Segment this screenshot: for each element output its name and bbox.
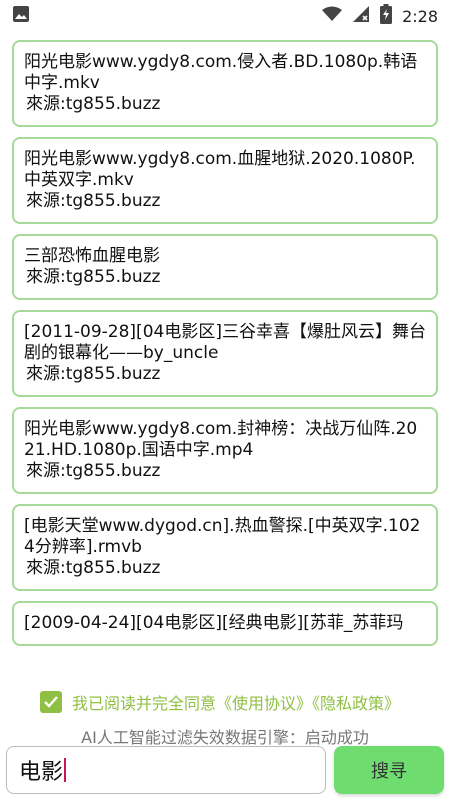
search-bar: 电影 搜寻 — [6, 746, 444, 796]
result-card[interactable]: [电影天堂www.dygod.cn].热血警探.[中英双字.1024分辨率].r… — [12, 504, 438, 591]
check-icon — [44, 696, 58, 708]
result-source: 來源:tg855.buzz — [26, 267, 161, 287]
result-title: [2009-04-24][04电影区][经典电影][苏菲_苏菲玛 — [24, 613, 404, 633]
text-caret — [64, 758, 67, 782]
result-title: 阳光电影www.ygdy8.com.封神榜：决战万仙阵.2021.HD.1080… — [24, 419, 418, 460]
result-card[interactable]: 三部恐怖血腥电影 來源:tg855.buzz — [12, 234, 438, 300]
status-time: 2:28 — [402, 6, 438, 26]
results-list[interactable]: 阳光电影www.ygdy8.com.侵入者.BD.1080p.韩语中字.mkv … — [12, 40, 438, 670]
search-button[interactable]: 搜寻 — [334, 746, 444, 794]
result-title: [电影天堂www.dygod.cn].热血警探.[中英双字.1024分辨率].r… — [24, 516, 421, 557]
result-card[interactable]: 阳光电影www.ygdy8.com.侵入者.BD.1080p.韩语中字.mkv … — [12, 40, 438, 127]
wifi-icon — [322, 6, 343, 26]
result-title: 阳光电影www.ygdy8.com.侵入者.BD.1080p.韩语中字.mkv — [24, 52, 418, 93]
search-input[interactable]: 电影 — [6, 746, 326, 794]
battery-charging-icon — [380, 4, 393, 28]
agreement-text[interactable]: 我已阅读并完全同意《使用协议》《隐私政策》 — [72, 690, 400, 714]
signal-icon — [352, 5, 370, 27]
result-source: 來源:tg855.buzz — [26, 191, 161, 211]
agreement-row: 我已阅读并完全同意《使用协议》《隐私政策》 — [40, 690, 400, 714]
result-source: 來源:tg855.buzz — [26, 461, 161, 481]
result-card[interactable]: [2011-09-28][04电影区]三谷幸喜【爆肚风云】舞台剧的银幕化——by… — [12, 310, 438, 397]
result-card[interactable]: [2009-04-24][04电影区][经典电影][苏菲_苏菲玛 — [12, 601, 438, 646]
engine-status-text: AI人工智能过滤失效数据引擎：启动成功 — [81, 728, 369, 747]
result-source: 來源:tg855.buzz — [26, 558, 161, 578]
agreement-checkbox[interactable] — [40, 691, 62, 713]
result-title: 三部恐怖血腥电影 — [24, 246, 160, 266]
status-bar: 2:28 — [0, 0, 450, 32]
search-input-value: 电影 — [19, 760, 64, 785]
result-source: 來源:tg855.buzz — [26, 94, 161, 114]
result-title: 阳光电影www.ygdy8.com.血腥地狱.2020.1080P.中英双字.m… — [24, 149, 416, 190]
result-title: [2011-09-28][04电影区]三谷幸喜【爆肚风云】舞台剧的银幕化——by… — [24, 322, 426, 363]
image-icon — [12, 5, 30, 27]
result-card[interactable]: 阳光电影www.ygdy8.com.封神榜：决战万仙阵.2021.HD.1080… — [12, 407, 438, 494]
result-source: 來源:tg855.buzz — [26, 364, 161, 384]
result-card[interactable]: 阳光电影www.ygdy8.com.血腥地狱.2020.1080P.中英双字.m… — [12, 137, 438, 224]
